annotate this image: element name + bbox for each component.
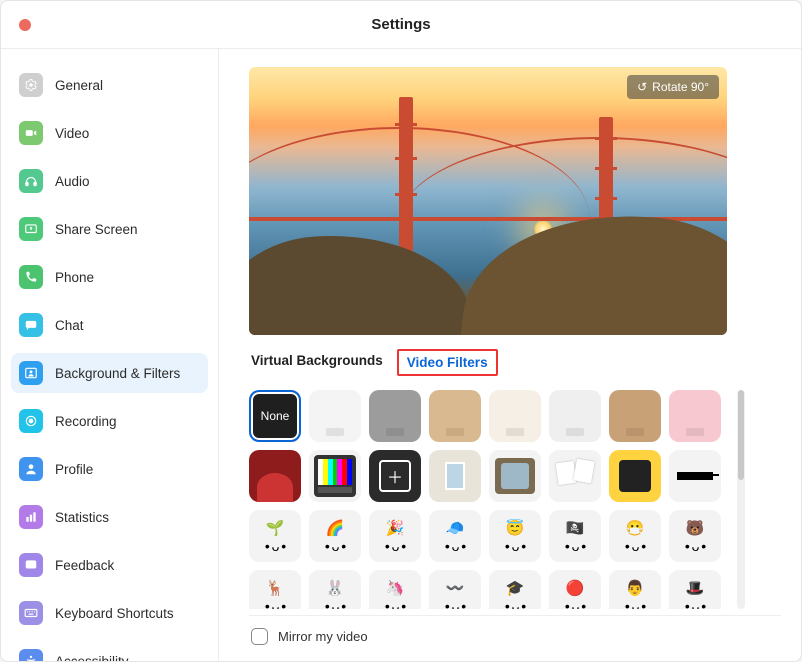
- sidebar-item-label: Background & Filters: [55, 366, 180, 381]
- filter-bunny-ears[interactable]: 🐰• ᴗ •: [309, 570, 361, 609]
- sidebar-item-label: Keyboard Shortcuts: [55, 606, 174, 621]
- sidebar-item-label: Profile: [55, 462, 93, 477]
- tab-virtual-backgrounds[interactable]: Virtual Backgrounds: [249, 349, 385, 376]
- filter-tint-2[interactable]: [369, 390, 421, 442]
- filter-deal-with-it[interactable]: [669, 450, 721, 502]
- tabs-row: Virtual Backgrounds Video Filters: [249, 349, 781, 376]
- filter-tv-bars[interactable]: [309, 450, 361, 502]
- main-panel: ↺ Rotate 90° Virtual Backgrounds Video F…: [219, 49, 801, 661]
- filter-eyebrows[interactable]: 〰️• ᴗ •: [429, 570, 481, 609]
- filter-tint-4[interactable]: [489, 390, 541, 442]
- profile-icon: [19, 457, 43, 481]
- filter-tint-5[interactable]: [549, 390, 601, 442]
- filters-scrollbar[interactable]: [737, 390, 745, 609]
- filter-theater[interactable]: [249, 450, 301, 502]
- window-title: Settings: [1, 16, 801, 33]
- sidebar-item-profile[interactable]: Profile: [11, 449, 208, 489]
- background-filters-icon: [19, 361, 43, 385]
- filter-cap[interactable]: 🧢• ᴗ •: [429, 510, 481, 562]
- sidebar-item-feedback[interactable]: Feedback: [11, 545, 208, 585]
- share-screen-icon: [19, 217, 43, 241]
- sidebar-item-keyboard-shortcuts[interactable]: Keyboard Shortcuts: [11, 593, 208, 633]
- sidebar-item-label: Share Screen: [55, 222, 138, 237]
- sidebar-item-label: Feedback: [55, 558, 114, 573]
- mirror-video-label: Mirror my video: [278, 629, 368, 644]
- sidebar-item-label: General: [55, 78, 103, 93]
- sidebar-item-label: Chat: [55, 318, 84, 333]
- sidebar-item-statistics[interactable]: Statistics: [11, 497, 208, 537]
- keyboard-shortcuts-icon: [19, 601, 43, 625]
- filter-tint-6[interactable]: [609, 390, 661, 442]
- rotate-icon: ↺: [637, 80, 647, 94]
- filter-bowler-hat[interactable]: 🎩• ᴗ •: [669, 570, 721, 609]
- sidebar-item-phone[interactable]: Phone: [11, 257, 208, 297]
- filter-none-label: None: [261, 409, 290, 423]
- filter-rainbow[interactable]: 🌈• ᴗ •: [309, 510, 361, 562]
- filter-tint-3[interactable]: [429, 390, 481, 442]
- filter-medical-mask[interactable]: 😷• ᴗ •: [609, 510, 661, 562]
- filter-emoji-frame[interactable]: [609, 450, 661, 502]
- video-icon: [19, 121, 43, 145]
- filter-polaroids[interactable]: [549, 450, 601, 502]
- accessibility-icon: [19, 649, 43, 661]
- sidebar-item-share-screen[interactable]: Share Screen: [11, 209, 208, 249]
- sidebar-item-label: Statistics: [55, 510, 109, 525]
- filters-container: None ＋ 🌱• ᴗ •🌈• ᴗ •🎉• ᴗ •🧢• ᴗ •😇• ᴗ •🏴‍☠️•…: [249, 390, 781, 609]
- filter-room-window[interactable]: [429, 450, 481, 502]
- sidebar-item-label: Video: [55, 126, 89, 141]
- filter-halo[interactable]: 😇• ᴗ •: [489, 510, 541, 562]
- sidebar-item-accessibility[interactable]: Accessibility: [11, 641, 208, 661]
- general-icon: [19, 73, 43, 97]
- filter-mustache[interactable]: 👨• ᴗ •: [609, 570, 661, 609]
- filter-party-hat[interactable]: 🎉• ᴗ •: [369, 510, 421, 562]
- sidebar-item-background-filters[interactable]: Background & Filters: [11, 353, 208, 393]
- filter-none[interactable]: None: [249, 390, 301, 442]
- filter-crt-tv[interactable]: [489, 450, 541, 502]
- filter-focus-frame[interactable]: ＋: [369, 450, 421, 502]
- phone-icon: [19, 265, 43, 289]
- sidebar-item-chat[interactable]: Chat: [11, 305, 208, 345]
- filter-beret[interactable]: 🔴• ᴗ •: [549, 570, 601, 609]
- rotate-label: Rotate 90°: [652, 80, 709, 94]
- settings-body: General Video Audio Share Screen Phone Chat Ba…: [1, 49, 801, 661]
- filter-tint-1[interactable]: [309, 390, 361, 442]
- chat-icon: [19, 313, 43, 337]
- sidebar: General Video Audio Share Screen Phone Chat Ba…: [1, 49, 219, 661]
- tab-video-filters[interactable]: Video Filters: [397, 349, 498, 376]
- filter-bandana[interactable]: 🏴‍☠️• ᴗ •: [549, 510, 601, 562]
- preview-bridge-tower: [399, 97, 413, 257]
- close-window-button[interactable]: [19, 19, 31, 31]
- filter-tint-7[interactable]: [669, 390, 721, 442]
- sidebar-item-general[interactable]: General: [11, 65, 208, 105]
- mirror-video-checkbox[interactable]: [251, 628, 268, 645]
- sidebar-item-label: Accessibility: [55, 654, 129, 662]
- filters-grid: None ＋ 🌱• ᴗ •🌈• ᴗ •🎉• ᴗ •🧢• ᴗ •😇• ᴗ •🏴‍☠️•…: [249, 390, 727, 609]
- filter-unicorn[interactable]: 🦄• ᴗ •: [369, 570, 421, 609]
- sidebar-item-audio[interactable]: Audio: [11, 161, 208, 201]
- video-preview: ↺ Rotate 90°: [249, 67, 727, 335]
- feedback-icon: [19, 553, 43, 577]
- filter-antlers[interactable]: 🦌• ᴗ •: [249, 570, 301, 609]
- settings-window: Settings General Video Audio Share Screen Ph…: [0, 0, 802, 662]
- sidebar-item-recording[interactable]: Recording: [11, 401, 208, 441]
- filter-sprout[interactable]: 🌱• ᴗ •: [249, 510, 301, 562]
- sidebar-item-label: Audio: [55, 174, 90, 189]
- sidebar-item-label: Recording: [55, 414, 117, 429]
- statistics-icon: [19, 505, 43, 529]
- sidebar-item-video[interactable]: Video: [11, 113, 208, 153]
- filter-bear-ears[interactable]: 🐻• ᴗ •: [669, 510, 721, 562]
- filter-grad-cap[interactable]: 🎓• ᴗ •: [489, 570, 541, 609]
- recording-icon: [19, 409, 43, 433]
- audio-icon: [19, 169, 43, 193]
- footer: Mirror my video: [249, 615, 781, 653]
- sidebar-item-label: Phone: [55, 270, 94, 285]
- rotate-90-button[interactable]: ↺ Rotate 90°: [627, 75, 719, 99]
- titlebar: Settings: [1, 1, 801, 49]
